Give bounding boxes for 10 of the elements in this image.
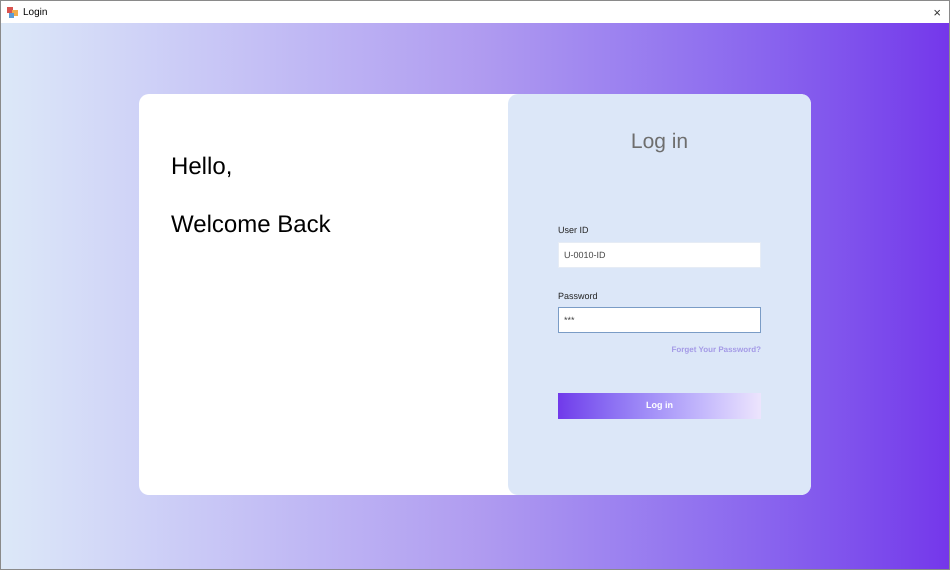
greeting-text: Hello, — [171, 152, 234, 182]
close-button[interactable]: × — [931, 6, 943, 18]
welcome-text: Welcome Back — [171, 210, 332, 240]
login-heading: Log in — [630, 128, 688, 154]
window-title: Login — [23, 6, 48, 20]
input-field[interactable]: U-0010-ID — [558, 242, 761, 268]
field-label: User ID — [558, 224, 590, 237]
field-label: Password — [558, 290, 599, 302]
app-icon — [7, 6, 18, 18]
input-field[interactable]: *** — [558, 307, 761, 333]
